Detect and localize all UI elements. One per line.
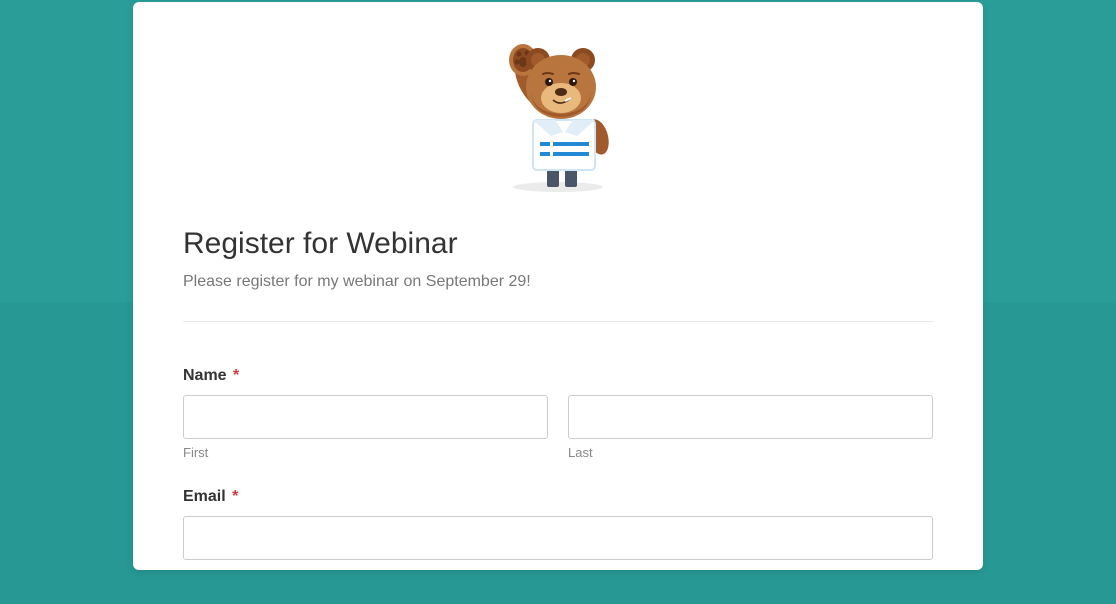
last-name-col: Last [568, 395, 933, 460]
bear-mascot-icon [483, 32, 633, 192]
form-description: Please register for my webinar on Septem… [183, 273, 933, 291]
name-field-group: Name * First Last [183, 367, 933, 460]
required-asterisk: * [232, 488, 238, 505]
divider [183, 321, 933, 322]
last-name-input[interactable] [568, 395, 933, 439]
email-input[interactable] [183, 516, 933, 560]
name-label: Name * [183, 367, 933, 385]
mascot-container [183, 32, 933, 192]
form-title: Register for Webinar [183, 227, 933, 261]
first-name-input[interactable] [183, 395, 548, 439]
first-name-sublabel: First [183, 445, 548, 460]
first-name-col: First [183, 395, 548, 460]
name-label-text: Name [183, 367, 227, 384]
email-field-group: Email * [183, 488, 933, 560]
email-label-text: Email [183, 488, 226, 505]
required-asterisk: * [233, 367, 239, 384]
last-name-sublabel: Last [568, 445, 933, 460]
email-label: Email * [183, 488, 933, 506]
form-card: Register for Webinar Please register for… [133, 2, 983, 570]
